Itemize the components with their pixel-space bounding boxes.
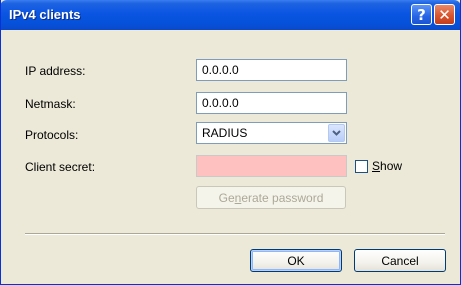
client-secret-input[interactable] [196, 155, 347, 177]
protocols-select[interactable]: RADIUS [196, 122, 347, 144]
show-label-suffix: how [380, 159, 403, 173]
client-secret-label: Client secret: [25, 160, 96, 174]
protocols-selected-value: RADIUS [202, 126, 248, 140]
window-title: IPv4 clients [9, 7, 81, 22]
protocols-label: Protocols: [25, 128, 79, 142]
generate-label-accelerator: n [234, 190, 242, 205]
close-button[interactable]: ✕ [434, 4, 455, 25]
show-label-accelerator: S [372, 159, 381, 173]
netmask-label: Netmask: [25, 97, 76, 111]
generate-label-suffix: erate password [241, 190, 324, 205]
show-secret-label[interactable]: Show [372, 159, 402, 173]
close-icon: ✕ [438, 6, 451, 24]
title-bar[interactable]: IPv4 clients ? ✕ [1, 0, 460, 30]
dropdown-button[interactable] [328, 124, 345, 142]
help-button[interactable]: ? [411, 4, 432, 25]
ip-address-label: IP address: [25, 64, 86, 78]
chevron-down-icon [332, 130, 341, 136]
netmask-input[interactable]: 0.0.0.0 [196, 92, 347, 114]
dialog-window: IPv4 clients ? ✕ IP address: 0.0.0.0 Net… [0, 0, 461, 285]
separator-line [25, 233, 445, 235]
show-secret-checkbox[interactable] [355, 160, 368, 173]
dialog-body: IP address: 0.0.0.0 Netmask: 0.0.0.0 Pro… [10, 30, 452, 276]
generate-password-button[interactable]: Ge n erate password [196, 186, 346, 209]
cancel-button[interactable]: Cancel [354, 249, 446, 272]
ok-button[interactable]: OK [250, 249, 342, 272]
ip-address-input[interactable]: 0.0.0.0 [196, 59, 347, 81]
generate-label-prefix: Ge [218, 190, 235, 205]
help-icon: ? [417, 5, 426, 24]
